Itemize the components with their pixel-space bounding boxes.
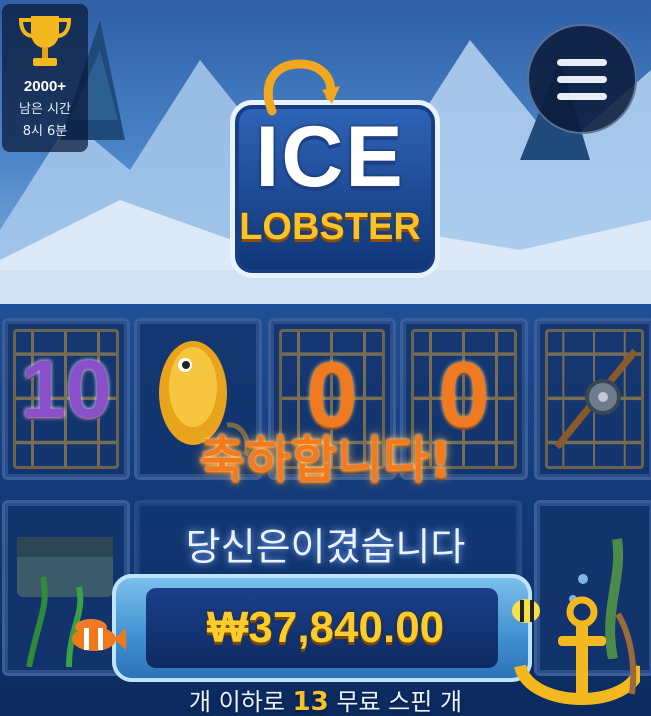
hamburger-menu-icon	[557, 59, 607, 66]
game-logo: ICE LOBSTER	[212, 59, 448, 290]
hamburger-menu-icon	[557, 93, 607, 100]
trophy-icon	[18, 16, 72, 66]
time-remaining-value: 8시 6분	[22, 124, 68, 139]
time-remaining-label: 남은 시간	[19, 102, 71, 117]
hamburger-menu-icon	[557, 76, 607, 83]
free-spins-count: 13	[292, 687, 329, 716]
logo-line-ice: ICE	[255, 109, 405, 205]
logo-line-lobster: LOBSTER	[239, 206, 421, 248]
clownfish-icon	[72, 627, 126, 651]
congratulations-text: 축하합니다!	[199, 431, 452, 489]
menu-button[interactable]	[527, 24, 637, 134]
trophy-badge[interactable]: 2000+ 남은 시간 8시 6분	[2, 4, 88, 152]
game-scene: 2000+ 남은 시간 8시 6분 ICE LOBSTER 10 0 0 축하합…	[0, 0, 651, 716]
free-spins-suffix: 무료 스핀 개	[336, 688, 463, 716]
you-won-text: 당신은이겼습니다	[185, 525, 466, 569]
trophy-count: 2000+	[23, 78, 67, 95]
free-spins-prefix: 개 이하로	[188, 688, 285, 716]
striped-fish-icon	[512, 599, 540, 623]
